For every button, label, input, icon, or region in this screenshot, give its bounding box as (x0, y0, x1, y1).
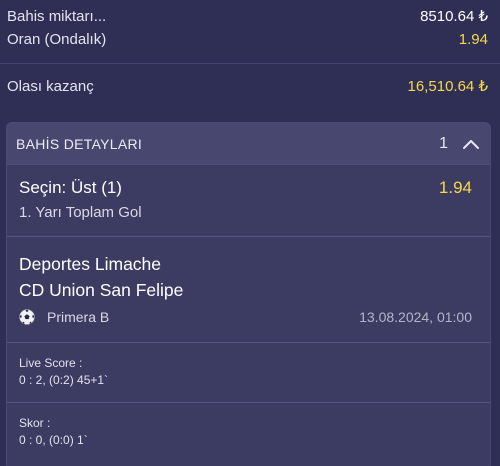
live-score-value: 0 : 2, (0:2) 45+1` (19, 373, 109, 387)
selection-text: Seçin: Üst (1) (19, 178, 122, 197)
league-row: Primera B 13.08.2024, 01:00 (19, 309, 472, 325)
match-teams: Deportes Limache CD Union San Felipe (19, 251, 183, 303)
stake-value: 8510.64 ₺ (420, 8, 488, 25)
selection-block: Seçin: Üst (1) 1.94 1. Yarı Toplam Gol (19, 178, 472, 221)
live-score-label: Live Score : (19, 356, 83, 370)
league-divider (7, 342, 490, 343)
live-score-block: Live Score : 0 : 2, (0:2) 45+1` (19, 355, 108, 389)
chevron-up-icon[interactable] (462, 138, 480, 150)
odds-label: Oran (Ondalık) (7, 31, 107, 48)
potential-win-row: Olası kazanç 16,510.64 ₺ (7, 77, 488, 96)
away-team: CD Union San Felipe (19, 280, 184, 300)
potential-win-label: Olası kazanç (7, 77, 94, 95)
bet-count: 1 (439, 134, 448, 152)
match-datetime: 13.08.2024, 01:00 (359, 309, 472, 325)
odds-value: 1.94 (458, 31, 488, 48)
score-block: Skor : 0 : 0, (0:0) 1` (19, 415, 88, 449)
odds-row: Oran (Ondalık) 1.94 (7, 31, 488, 48)
bet-details-card: BAHİS DETAYLARI 1 Seçin: Üst (1) 1.94 1.… (6, 122, 491, 466)
league-name: Primera B (47, 309, 110, 325)
score-label: Skor : (19, 416, 51, 430)
market-name: 1. Yarı Toplam Gol (19, 204, 142, 221)
bet-slip-panel: Bahis miktarı... 8510.64 ₺ Oran (Ondalık… (0, 0, 500, 466)
selection-odds: 1.94 (438, 178, 472, 197)
bet-details-header[interactable]: BAHİS DETAYLARI 1 (7, 123, 490, 165)
bet-details-title: BAHİS DETAYLARI (16, 135, 143, 152)
summary-divider (0, 63, 500, 64)
score-value: 0 : 0, (0:0) 1` (19, 433, 88, 447)
selection-divider (7, 236, 490, 237)
stake-row: Bahis miktarı... 8510.64 ₺ (7, 7, 488, 26)
stake-label: Bahis miktarı... (7, 7, 107, 25)
live-score-divider (7, 402, 490, 403)
soccer-ball-icon (19, 309, 35, 325)
home-team: Deportes Limache (19, 254, 162, 274)
potential-win-value: 16,510.64 ₺ (407, 78, 488, 95)
